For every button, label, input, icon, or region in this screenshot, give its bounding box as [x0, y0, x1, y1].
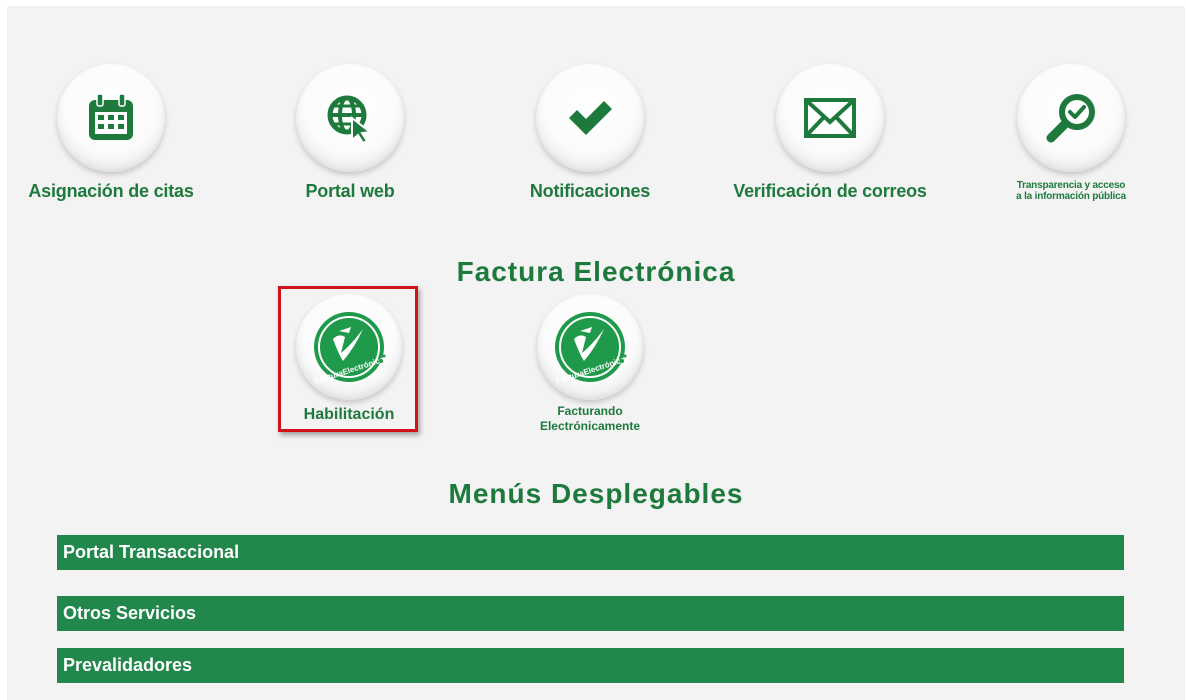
service-circle[interactable] [536, 64, 644, 172]
menu-otros-servicios[interactable]: Otros Servicios [57, 596, 1124, 631]
magnifier-check-icon [1046, 94, 1095, 143]
service-portal-web[interactable]: Portal web [250, 64, 450, 202]
factura-electronica-logo-icon: FacturaElectrónica [314, 312, 386, 385]
factura-circle[interactable]: FacturaElectrónica [537, 294, 643, 400]
service-circle[interactable] [296, 64, 404, 172]
factura-circle[interactable]: FacturaElectrónica [296, 294, 402, 400]
factura-section-title: Factura Electrónica [456, 256, 736, 287]
service-verificacion-correos[interactable]: Verificación de correos [730, 64, 930, 202]
factura-item-label[interactable]: Habilitación [279, 406, 419, 424]
factura-label-line1: Facturando [557, 404, 623, 418]
factura-item-facturando[interactable]: FacturaElectrónica Facturando Electrónic… [520, 294, 660, 434]
factura-label-line2: Electrónicamente [539, 419, 641, 433]
service-label[interactable]: Verificación de correos [730, 181, 930, 202]
service-label[interactable]: Notificaciones [490, 181, 690, 202]
service-circle[interactable] [57, 64, 165, 172]
checkmark-icon [569, 101, 612, 135]
menus-section-title: Menús Desplegables [448, 478, 744, 509]
service-circle[interactable] [1017, 64, 1125, 172]
service-label-line2: a la información pública [1016, 191, 1126, 202]
calendar-icon [89, 93, 133, 140]
service-transparencia[interactable]: Transparencia y acceso a la información … [971, 64, 1171, 202]
factura-item-label[interactable]: Facturando Electrónicamente [520, 404, 660, 434]
service-notificaciones[interactable]: Notificaciones [490, 64, 690, 202]
menu-prevalidadores[interactable]: Prevalidadores [57, 648, 1124, 683]
service-label[interactable]: Portal web [250, 181, 450, 202]
service-asignacion-citas[interactable]: Asignación de citas [11, 64, 211, 202]
service-circle[interactable] [776, 64, 884, 172]
factura-item-habilitacion[interactable]: FacturaElectrónica Habilitación [279, 294, 419, 424]
factura-electronica-logo-icon: FacturaElectrónica [555, 312, 627, 385]
globe-cursor-icon [327, 95, 373, 144]
page-container: Asignación de citas Portal web Notificac… [7, 6, 1185, 700]
services-row: Asignación de citas Portal web Notificac… [7, 6, 1185, 236]
service-label-line1: Transparencia y acceso [1016, 180, 1126, 191]
service-label[interactable]: Transparencia y acceso a la información … [971, 180, 1171, 202]
envelope-icon [804, 98, 856, 138]
menu-portal-transaccional[interactable]: Portal Transaccional [57, 535, 1124, 570]
service-label[interactable]: Asignación de citas [11, 181, 211, 202]
